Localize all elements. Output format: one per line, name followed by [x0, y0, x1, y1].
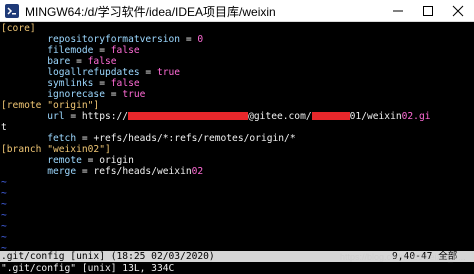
branch-merge-line: merge = refs/heads/weixin02 [47, 166, 204, 177]
core-section-header: [core] [1, 23, 36, 34]
empty-line-marker: ~ [1, 177, 7, 188]
branch-section-header: [branch "weixin02"] [1, 144, 111, 155]
empty-line-marker: ~ [1, 188, 7, 199]
maximize-icon [423, 6, 433, 16]
config-line: repositoryformatversion = 0 [47, 34, 204, 45]
statusline-file: .git/config [unix] (18:25 02/03/2020) [1, 251, 215, 262]
url-line: url = https://@gitee.com/01/weixin02.gi [47, 111, 431, 122]
window-titlebar: MINGW64:/d/学习软件/idea/IDEA项目库/weixin [0, 0, 474, 22]
vim-editor[interactable]: [core] repositoryformatversion = 0 filem… [0, 22, 474, 274]
minimize-icon [393, 10, 403, 12]
fetch-line: fetch = +refs/heads/*:refs/remotes/origi… [47, 133, 296, 144]
minimize-button[interactable] [383, 0, 413, 22]
maximize-button[interactable] [413, 0, 443, 22]
command-message: ".git/config" [unix] 13L, 334C [1, 263, 175, 274]
redaction-mark [311, 112, 350, 120]
config-line: symlinks = false [47, 78, 140, 89]
close-button[interactable] [443, 0, 473, 22]
config-line: ignorecase = true [47, 89, 146, 100]
empty-line-marker: ~ [1, 210, 7, 221]
mingw-terminal-icon [5, 4, 19, 18]
config-line: bare = false [47, 56, 117, 67]
close-icon [452, 5, 464, 17]
config-line: filemode = false [47, 45, 140, 56]
watermark: https://blog.csdn.net/weixin_4... [340, 252, 466, 262]
branch-remote-line: remote = origin [47, 155, 134, 166]
empty-line-marker: ~ [1, 199, 7, 210]
empty-line-marker: ~ [1, 232, 7, 243]
empty-line-marker: ~ [1, 221, 7, 232]
window-title: MINGW64:/d/学习软件/idea/IDEA项目库/weixin [25, 5, 276, 19]
url-line-wrap: t [1, 122, 7, 133]
redaction-mark [128, 112, 249, 120]
remote-section-header: [remote "origin"] [1, 100, 100, 111]
config-line: logallrefupdates = true [47, 67, 181, 78]
